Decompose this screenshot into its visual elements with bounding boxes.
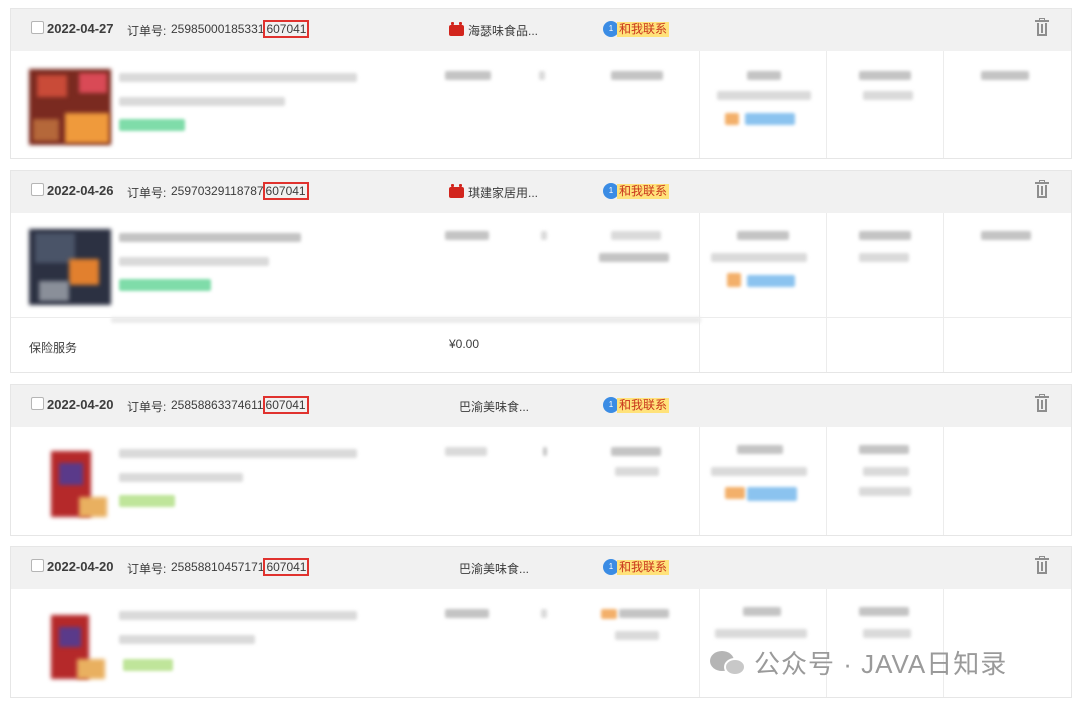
contact-label: 和我联系	[617, 559, 670, 575]
order-select-checkbox[interactable]	[31, 397, 44, 410]
order-number-label: 订单号:	[127, 186, 167, 200]
order-header: 2022-04-27 订单号: 25985000185331 607041 海瑟味…	[11, 9, 1071, 51]
product-thumbnail[interactable]	[29, 609, 111, 685]
order-date: 2022-04-20	[47, 397, 114, 412]
order-number-label: 订单号:	[127, 562, 167, 576]
order-number-label: 订单号:	[127, 24, 167, 38]
order-date: 2022-04-27	[47, 21, 114, 36]
shop-name: 巴渝美味食...	[459, 562, 530, 576]
order-number: 25970329118787 607041	[171, 182, 309, 200]
watermark-text: 公众号 · JAVA日知录	[754, 649, 1008, 679]
order-header: 2022-04-20 订单号: 25858810457171 607041 巴渝美…	[11, 547, 1071, 589]
order-date: 2022-04-20	[47, 559, 114, 574]
trash-icon[interactable]	[1035, 18, 1049, 37]
order-number-prefix: 25970329118787	[171, 184, 264, 198]
order-header: 2022-04-20 订单号: 25858863374611 607041 巴渝美…	[11, 385, 1071, 427]
contact-label: 和我联系	[617, 183, 670, 199]
order-number-highlight: 607041	[263, 558, 310, 576]
order-number-highlight: 607041	[263, 20, 310, 38]
tmall-badge-icon	[449, 184, 464, 198]
shop-link[interactable]: 巴渝美味食...	[459, 560, 529, 577]
order-number: 25858810457171 607041	[171, 558, 310, 576]
order-number-prefix: 25985000185331	[171, 22, 265, 36]
order-number-prefix: 25858863374611	[171, 398, 264, 412]
shop-name: 琪建家居用...	[468, 186, 539, 200]
tmall-badge-icon	[449, 22, 464, 36]
watermark: 公众号 · JAVA日知录	[710, 644, 1007, 681]
order-card-2: 2022-04-26 订单号: 25970329118787 607041 琪建家…	[10, 170, 1072, 373]
contact-label: 和我联系	[617, 397, 670, 413]
order-card-3: 2022-04-20 订单号: 25858863374611 607041 巴渝美…	[10, 384, 1072, 536]
contact-seller-button[interactable]: 1 和我联系	[603, 183, 670, 199]
order-number-highlight: 607041	[262, 182, 309, 200]
order-header: 2022-04-26 订单号: 25970329118787 607041 琪建家…	[11, 171, 1071, 213]
order-select-checkbox[interactable]	[31, 559, 44, 572]
order-body: 保险服务 ¥0.00	[11, 213, 1071, 372]
order-date: 2022-04-26	[47, 183, 114, 198]
product-thumbnail[interactable]	[29, 69, 111, 145]
order-number: 25985000185331 607041	[171, 20, 310, 38]
shop-name: 海瑟味食品...	[468, 24, 539, 38]
wechat-icon	[710, 649, 748, 677]
trash-icon[interactable]	[1035, 556, 1049, 575]
contact-label: 和我联系	[617, 21, 670, 37]
insurance-price: ¥0.00	[449, 337, 480, 351]
order-select-checkbox[interactable]	[31, 21, 44, 34]
order-number-highlight: 607041	[262, 396, 309, 414]
order-select-checkbox[interactable]	[31, 183, 44, 196]
contact-seller-button[interactable]: 1 和我联系	[603, 559, 670, 575]
shop-link[interactable]: 海瑟味食品...	[449, 22, 538, 39]
order-card-1: 2022-04-27 订单号: 25985000185331 607041 海瑟味…	[10, 8, 1072, 159]
order-body	[11, 51, 1071, 158]
product-thumbnail[interactable]	[29, 229, 111, 305]
order-body	[11, 427, 1071, 535]
order-number-prefix: 25858810457171	[171, 560, 265, 574]
shop-link[interactable]: 巴渝美味食...	[459, 398, 529, 415]
order-number: 25858863374611 607041	[171, 396, 309, 414]
insurance-service-label: 保险服务	[29, 341, 78, 355]
shop-link[interactable]: 琪建家居用...	[449, 184, 538, 201]
order-number-label: 订单号:	[127, 400, 167, 414]
trash-icon[interactable]	[1035, 180, 1049, 199]
product-thumbnail[interactable]	[29, 447, 111, 523]
contact-seller-button[interactable]: 1 和我联系	[603, 397, 670, 413]
trash-icon[interactable]	[1035, 394, 1049, 413]
shop-name: 巴渝美味食...	[459, 400, 530, 414]
contact-seller-button[interactable]: 1 和我联系	[603, 21, 670, 37]
